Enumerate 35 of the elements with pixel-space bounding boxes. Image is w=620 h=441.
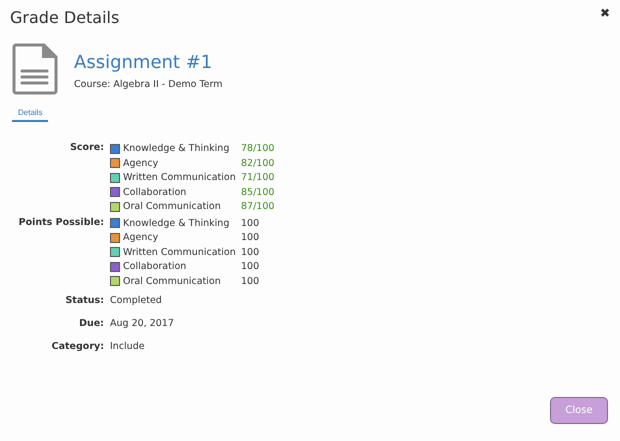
window-title: Grade Details	[10, 8, 120, 27]
document-icon	[12, 43, 58, 95]
field-label: Category:	[50, 341, 104, 354]
field-value: Aug 20, 2017	[110, 318, 175, 329]
details-tab[interactable]: Details	[12, 105, 48, 122]
score-value: 100	[241, 232, 260, 244]
close-button[interactable]: ✖	[600, 6, 610, 20]
category-name: Collaboration	[123, 261, 188, 272]
score-value: 71/100	[241, 172, 276, 184]
category-name: Written Communication	[123, 172, 237, 184]
score-value: 100	[241, 261, 260, 272]
score-value: 100	[241, 246, 260, 258]
score-value: 85/100	[241, 186, 276, 198]
score-value: 78/100	[241, 143, 276, 154]
field-value: Completed	[110, 295, 163, 306]
assignment-title: Assignment #1	[74, 52, 214, 73]
category-name: Knowledge & Thinking	[123, 143, 230, 154]
category-name: Agency	[123, 158, 160, 169]
score-value: 87/100	[241, 201, 276, 212]
field-label: Due:	[78, 318, 104, 331]
field-value: Include	[110, 341, 146, 352]
field-label: Score:	[69, 142, 104, 155]
close-button[interactable]: Close	[550, 397, 608, 424]
score-value: 100	[241, 218, 260, 229]
field-label: Status:	[64, 295, 104, 308]
score-value: 100	[241, 276, 260, 287]
field-label: Points Possible:	[18, 216, 104, 230]
category-name: Oral Communication	[123, 201, 222, 212]
category-name: Oral Communication	[123, 276, 222, 287]
course-name: Course: Algebra II - Demo Term	[74, 79, 223, 90]
score-value: 82/100	[241, 158, 276, 169]
category-name: Written Communication	[123, 246, 237, 258]
category-name: Knowledge & Thinking	[123, 218, 230, 229]
category-name: Agency	[123, 232, 160, 244]
category-name: Collaboration	[123, 186, 188, 198]
